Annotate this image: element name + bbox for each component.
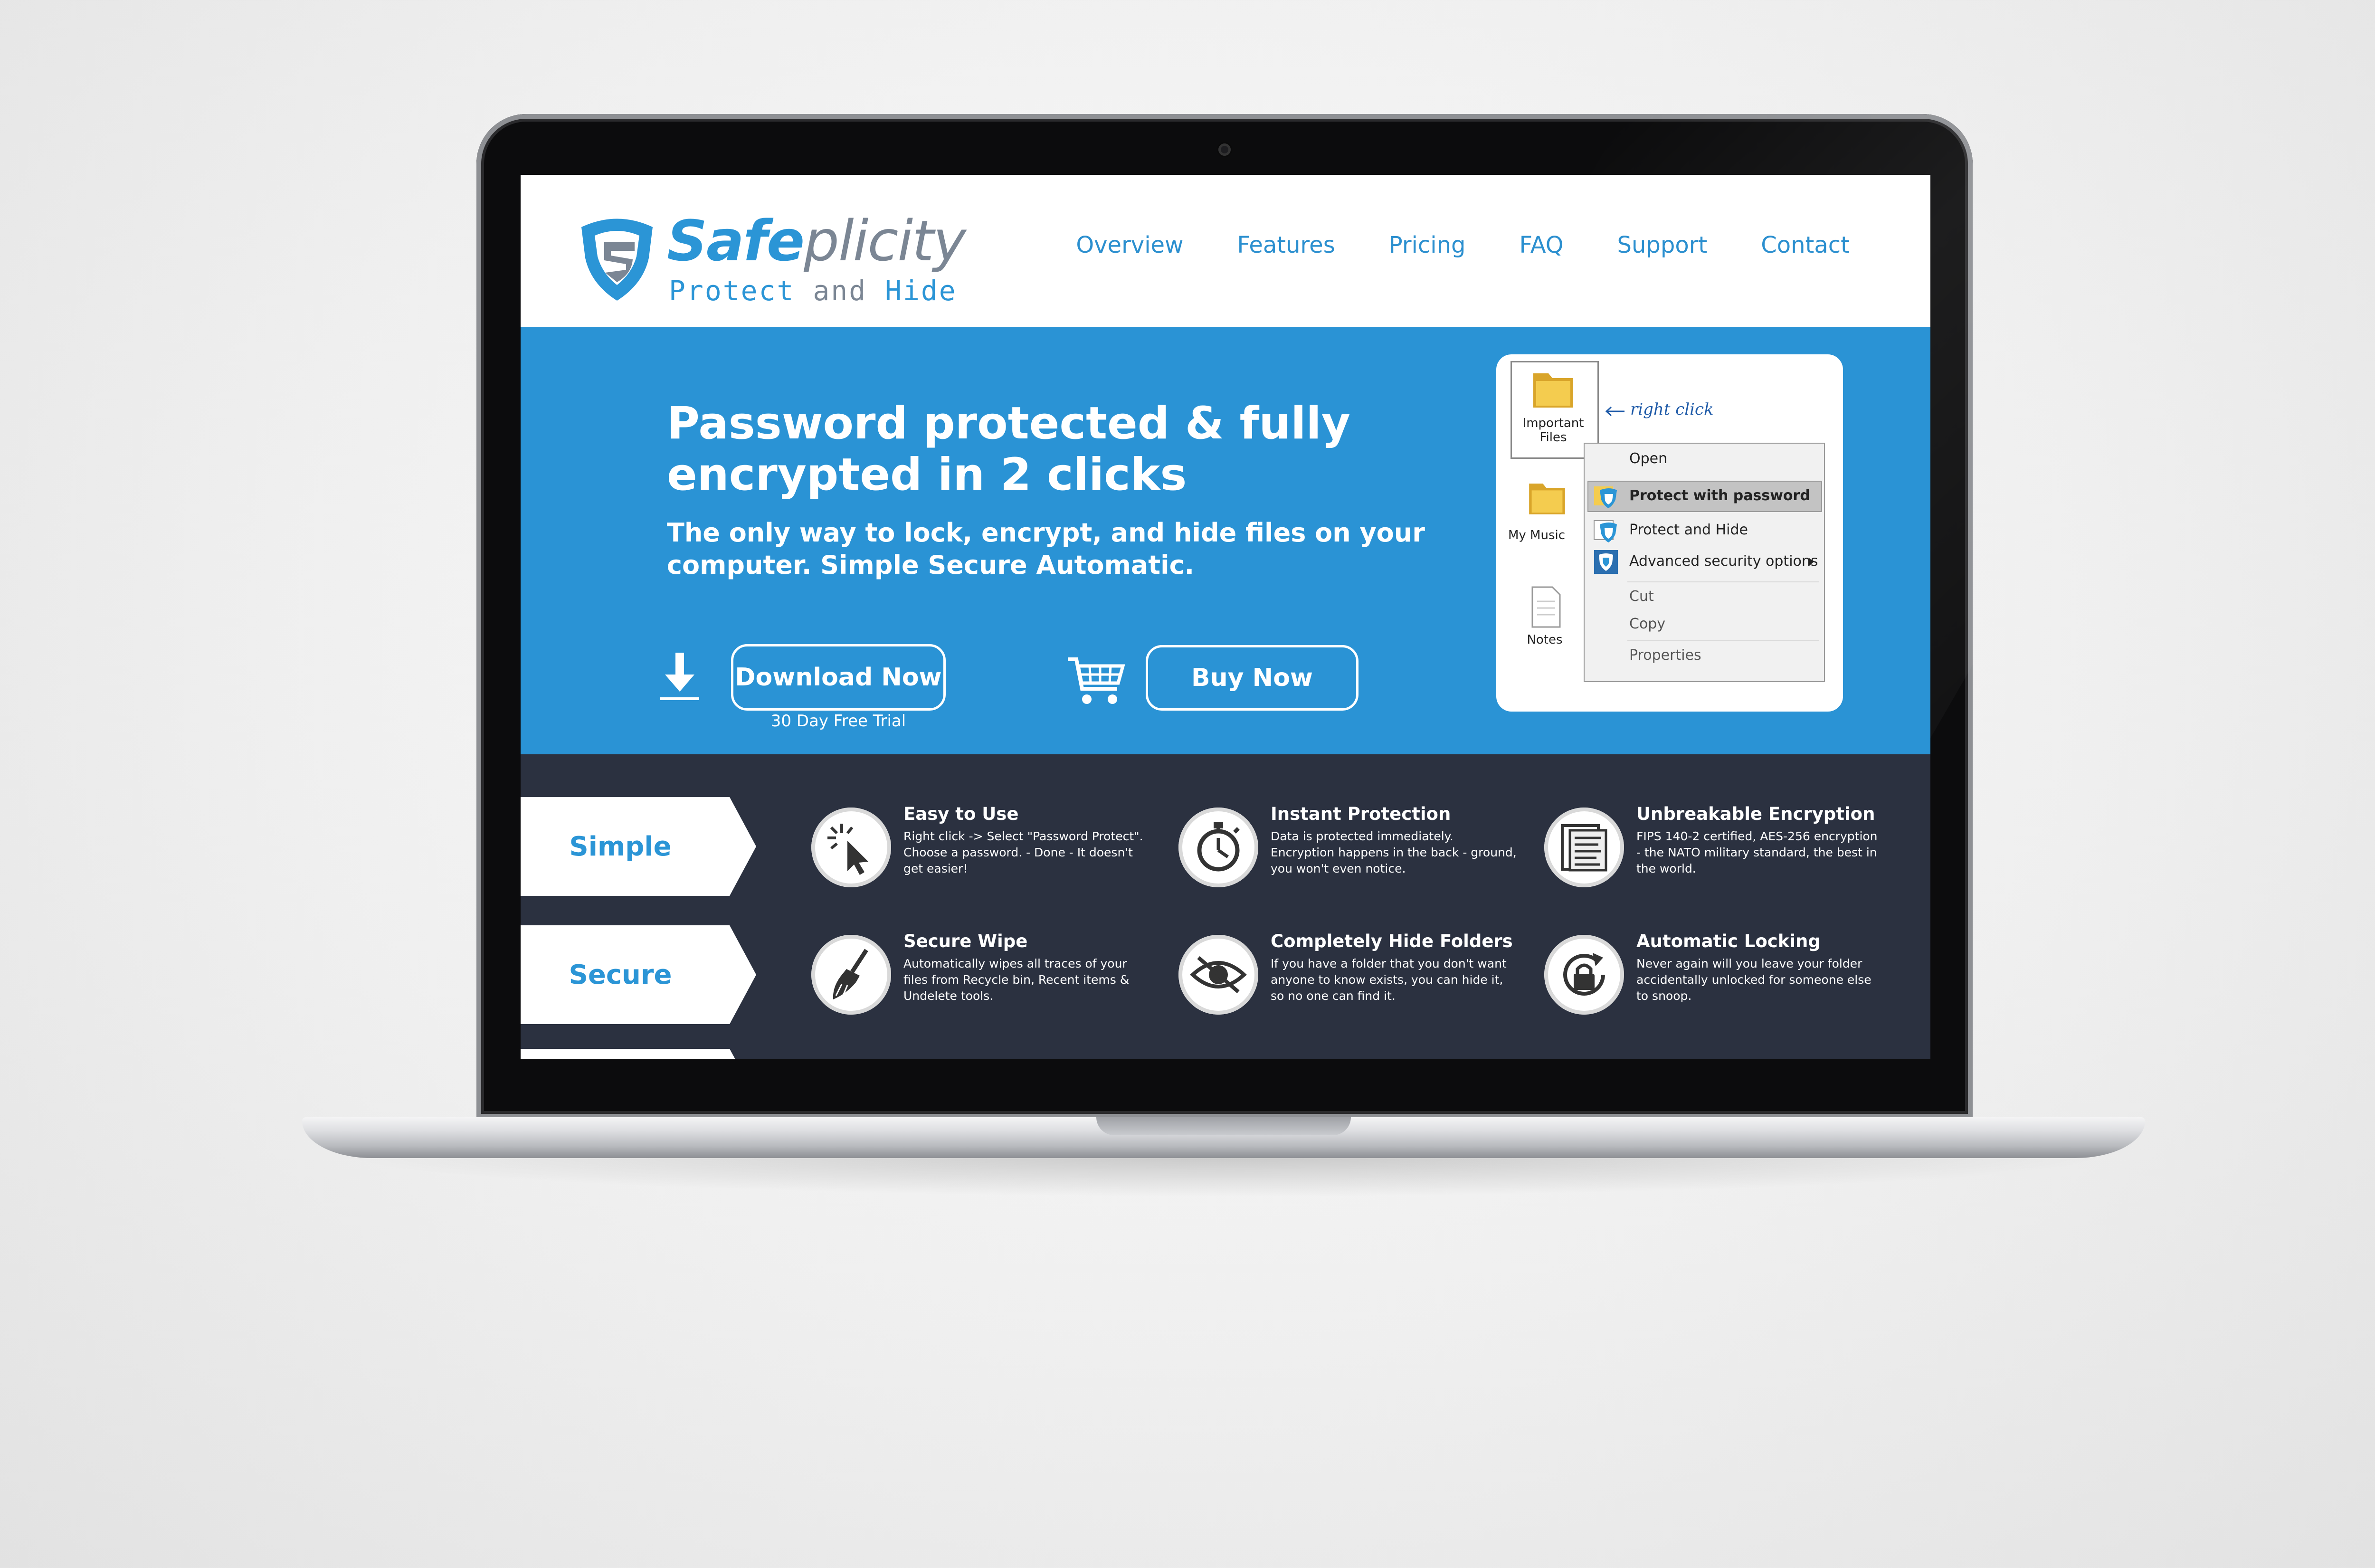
nav-faq[interactable]: FAQ xyxy=(1520,232,1564,258)
feature-secure-wipe: Secure Wipe Automatically wipes all trac… xyxy=(811,931,1153,1045)
feature-icon-badge xyxy=(1178,935,1258,1015)
hero-subtitle: The only way to lock, encrypt, and hide … xyxy=(667,518,1425,580)
cursor-click-icon xyxy=(827,824,868,875)
document-icon xyxy=(1531,586,1561,628)
feature-text: Data is protected immediately. Encryptio… xyxy=(1271,829,1517,875)
laptop-shadow xyxy=(332,1154,2118,1197)
shield-icon xyxy=(1594,550,1618,574)
ribbon-partial xyxy=(521,1049,735,1059)
context-menu-illustration: Important Files My Music Notes right cli… xyxy=(1496,354,1843,712)
hidden-eye-icon xyxy=(1190,956,1247,994)
feature-title: Instant Protection xyxy=(1271,804,1451,824)
nav-support[interactable]: Support xyxy=(1617,232,1708,258)
folder-music-label: My Music xyxy=(1508,528,1566,542)
brand-name: Safeplicity xyxy=(667,208,966,274)
feature-text: Right click -> Select "Password Protect"… xyxy=(903,829,1143,875)
right-click-note: right click xyxy=(1630,400,1714,419)
feature-easy-to-use: Easy to Use Right click -> Select "Passw… xyxy=(811,804,1153,918)
folder-important-label: Important Files xyxy=(1522,416,1584,445)
shield-icon xyxy=(1594,520,1617,542)
download-now-button[interactable]: Download Now xyxy=(731,644,946,711)
free-trial-note: 30 Day Free Trial xyxy=(770,712,906,731)
menu-item-copy[interactable]: Copy xyxy=(1629,616,1665,632)
feature-icon-badge xyxy=(1544,808,1624,887)
feature-instant-protection: Instant Protection Data is protected imm… xyxy=(1178,804,1520,918)
feature-title: Easy to Use xyxy=(903,804,1019,824)
feature-title: Automatic Locking xyxy=(1636,931,1821,951)
feature-text: Automatically wipes all traces of your f… xyxy=(903,957,1130,1003)
buy-now-button[interactable]: Buy Now xyxy=(1146,645,1358,711)
submenu-arrow-icon xyxy=(1809,558,1814,566)
feature-title: Secure Wipe xyxy=(903,931,1028,951)
feature-icon-badge xyxy=(1544,935,1624,1015)
nav-contact[interactable]: Contact xyxy=(1761,232,1850,258)
menu-item-open[interactable]: Open xyxy=(1629,450,1667,467)
feature-text: FIPS 140-2 certified, AES-256 encryption… xyxy=(1636,829,1878,875)
auto-lock-icon xyxy=(1563,953,1605,996)
encrypted-document-icon xyxy=(1561,824,1607,872)
site-header: Safeplicity Protect and Hide Overview Fe… xyxy=(521,175,1930,327)
folder-icon xyxy=(1533,373,1573,408)
file-notes-label: Notes xyxy=(1527,633,1563,647)
site-logo[interactable]: Safeplicity Protect and Hide xyxy=(577,208,985,307)
shopping-cart-icon[interactable] xyxy=(1066,655,1126,707)
feature-title: Completely Hide Folders xyxy=(1271,931,1513,951)
features-section: Simple Secure Easy to Use Right click ->… xyxy=(521,754,1930,1059)
context-menu: Open Protect with password Protect and H… xyxy=(1584,443,1825,682)
feature-icon-badge xyxy=(1178,808,1258,887)
laptop-base xyxy=(302,1117,2145,1158)
nav-pricing[interactable]: Pricing xyxy=(1389,232,1466,258)
main-nav: Overview Features Pricing FAQ Support Co… xyxy=(1022,232,1850,258)
nav-features[interactable]: Features xyxy=(1237,232,1335,258)
menu-item-protect-password[interactable]: Protect with password xyxy=(1629,487,1810,504)
ribbon-secure: Secure xyxy=(521,925,758,1024)
shield-logo-icon xyxy=(581,219,653,301)
browser-viewport: Safeplicity Protect and Hide Overview Fe… xyxy=(521,175,1930,1059)
broom-icon xyxy=(833,949,868,999)
feature-icon-badge xyxy=(811,808,891,887)
feature-automatic-locking: Automatic Locking Never again will you l… xyxy=(1544,931,1886,1045)
folder-icon xyxy=(1529,484,1565,514)
stopwatch-icon xyxy=(1197,822,1240,872)
feature-text: If you have a folder that you don't want… xyxy=(1271,957,1507,1003)
shield-icon xyxy=(1594,486,1617,508)
menu-item-protect-hide[interactable]: Protect and Hide xyxy=(1629,522,1748,538)
menu-item-properties[interactable]: Properties xyxy=(1629,647,1701,664)
feature-unbreakable-encryption: Unbreakable Encryption FIPS 140-2 certif… xyxy=(1544,804,1886,918)
arrow-left-icon xyxy=(1605,406,1624,417)
menu-item-advanced-security[interactable]: Advanced security options xyxy=(1629,553,1818,570)
webcam xyxy=(1218,143,1231,156)
ribbon-simple-label: Simple xyxy=(569,831,672,862)
download-icon[interactable] xyxy=(658,650,701,702)
menu-item-cut[interactable]: Cut xyxy=(1629,588,1654,605)
feature-title: Unbreakable Encryption xyxy=(1636,804,1875,824)
hero-title: Password protected & fully encrypted in … xyxy=(667,398,1351,501)
feature-hide-folders: Completely Hide Folders If you have a fo… xyxy=(1178,931,1520,1045)
feature-icon-badge xyxy=(811,935,891,1015)
feature-text: Never again will you leave your folder a… xyxy=(1636,957,1872,1003)
laptop-notch xyxy=(1096,1117,1351,1135)
brand-tagline: Protect and Hide xyxy=(669,275,957,307)
nav-overview[interactable]: Overview xyxy=(1076,232,1183,258)
ribbon-simple: Simple xyxy=(521,797,758,896)
hero-section: Password protected & fully encrypted in … xyxy=(521,327,1930,754)
ribbon-secure-label: Secure xyxy=(569,959,672,990)
